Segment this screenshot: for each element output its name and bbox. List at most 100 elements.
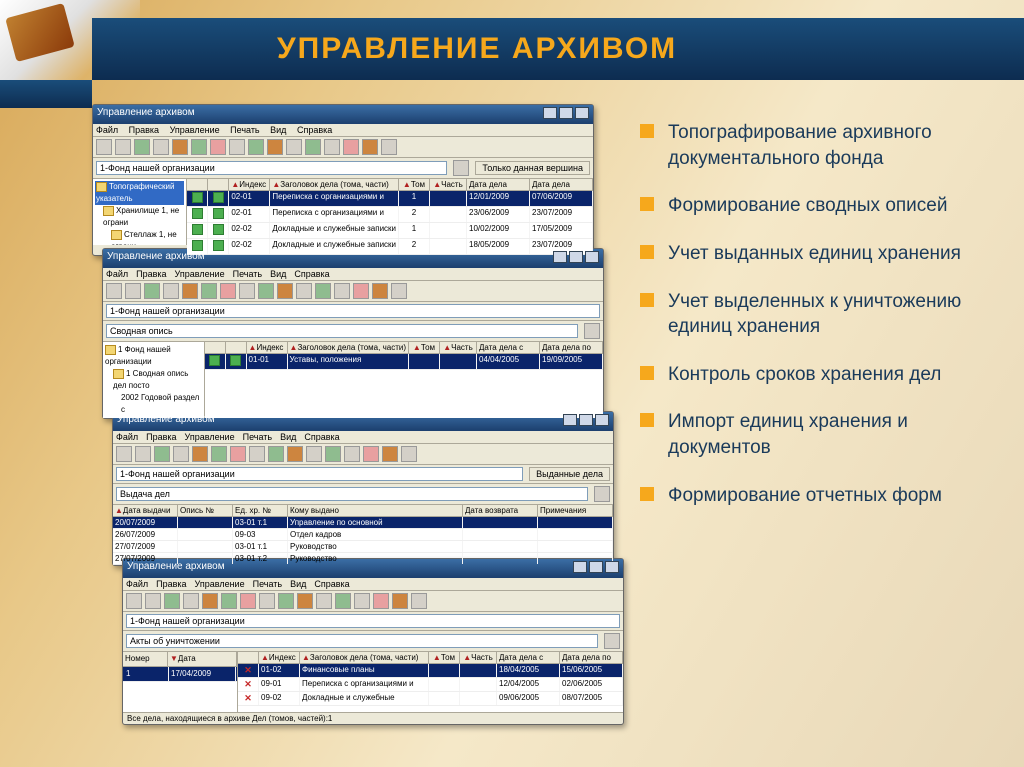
window-controls[interactable] bbox=[541, 107, 589, 122]
acts-panel[interactable]: Номер ▼Дата 1 17/04/2009 bbox=[123, 652, 238, 712]
tree-panel[interactable]: 1 Фонд нашей организации 1 Сводная опись… bbox=[103, 342, 205, 418]
table-row[interactable]: 01-01 Уставы, положения 04/04/2005 19/09… bbox=[205, 354, 603, 370]
data-grid[interactable]: ▲Индекс ▲Заголовок дела (тома, части) ▲Т… bbox=[187, 179, 593, 255]
table-row[interactable]: 09-01Переписка с организациями и12/04/20… bbox=[238, 678, 623, 692]
menu-item[interactable]: Справка bbox=[297, 125, 332, 135]
menu-item[interactable]: Вид bbox=[290, 579, 306, 589]
col-header[interactable]: Часть bbox=[441, 180, 463, 189]
menu-item[interactable]: Вид bbox=[270, 269, 286, 279]
col-header[interactable]: Индекс bbox=[239, 180, 266, 189]
toolbar[interactable] bbox=[123, 591, 623, 612]
menu-item[interactable]: Файл bbox=[126, 579, 148, 589]
table-row[interactable]: 1 17/04/2009 bbox=[123, 667, 237, 682]
col-header[interactable]: Дата дела с bbox=[497, 652, 560, 663]
col-header[interactable]: Дата дела bbox=[467, 179, 530, 190]
toolbar[interactable] bbox=[93, 137, 593, 158]
col-header[interactable]: Номер bbox=[123, 652, 168, 666]
col-header[interactable]: Заголовок дела (тома, части) bbox=[280, 180, 389, 189]
menu-item[interactable]: Справка bbox=[314, 579, 349, 589]
section-combo[interactable]: Акты об уничтожении bbox=[126, 634, 598, 648]
tree-node[interactable]: 1 Фонд нашей организации bbox=[105, 344, 202, 368]
table-row[interactable]: 02-01Переписка с организациями и223/06/2… bbox=[187, 207, 593, 223]
col-header[interactable]: Дата выдачи bbox=[123, 506, 171, 515]
fund-combo[interactable]: 1-Фонд нашей организации bbox=[106, 304, 600, 318]
window-controls[interactable] bbox=[571, 561, 619, 576]
menu-item[interactable]: Управление bbox=[175, 269, 225, 279]
data-grid[interactable]: ▲Дата выдачи Опись № Ед. хр. № Кому выда… bbox=[113, 505, 613, 565]
menu-item[interactable]: Печать bbox=[243, 432, 272, 442]
col-header[interactable]: Том bbox=[421, 343, 435, 352]
fund-combo[interactable]: 1-Фонд нашей организации bbox=[116, 467, 523, 481]
col-header[interactable]: Том bbox=[411, 180, 425, 189]
col-header[interactable]: Часть bbox=[471, 653, 493, 662]
table-row[interactable]: 02-02Докладные и служебные записки218/05… bbox=[187, 239, 593, 255]
table-row[interactable]: 27/07/200903-01 т.1Руководство bbox=[113, 541, 613, 553]
scope-button[interactable]: Только данная вершина bbox=[475, 161, 590, 175]
menu-bar[interactable]: Файл Правка Управление Печать Вид Справка bbox=[123, 578, 623, 591]
tree-panel[interactable]: Топографический указатель Хранилище 1, н… bbox=[93, 179, 187, 245]
data-grid[interactable]: ▲Индекс ▲Заголовок дела (тома, части) ▲Т… bbox=[205, 342, 603, 418]
menu-item[interactable]: Правка bbox=[156, 579, 186, 589]
toolbar-icon[interactable] bbox=[604, 633, 620, 649]
menu-item[interactable]: Печать bbox=[233, 269, 262, 279]
menu-bar[interactable]: Файл Правка Управление Печать Вид Справк… bbox=[93, 124, 593, 137]
toolbar[interactable] bbox=[113, 444, 613, 465]
fund-combo[interactable]: 1-Фонд нашей организации bbox=[96, 161, 447, 175]
col-header[interactable]: Индекс bbox=[269, 653, 296, 662]
window-controls[interactable] bbox=[561, 414, 609, 429]
col-header[interactable]: Кому выдано bbox=[288, 505, 463, 516]
tree-node[interactable]: Топографический указатель bbox=[95, 181, 184, 205]
table-row[interactable]: 02-01Переписка с организациями и112/01/2… bbox=[187, 191, 593, 207]
col-header[interactable]: Часть bbox=[451, 343, 473, 352]
col-header[interactable]: Том bbox=[441, 653, 455, 662]
menu-item[interactable]: Управление bbox=[185, 432, 235, 442]
menu-item[interactable]: Управление bbox=[195, 579, 245, 589]
col-header[interactable]: Заголовок дела (тома, части) bbox=[310, 653, 419, 662]
menu-item[interactable]: Печать bbox=[253, 579, 282, 589]
menu-item[interactable]: Правка bbox=[136, 269, 166, 279]
tree-node[interactable]: Хранилище 1, не ограни bbox=[95, 205, 184, 229]
col-header[interactable]: Индекс bbox=[256, 343, 283, 352]
tree-node[interactable]: 1 Сводная опись дел посто bbox=[105, 368, 202, 392]
tree-node[interactable]: Стеллаж 1, не ограни bbox=[95, 229, 184, 245]
col-header[interactable]: Опись № bbox=[178, 505, 233, 516]
section-combo[interactable]: Сводная опись bbox=[106, 324, 578, 338]
menu-item[interactable]: Правка bbox=[146, 432, 176, 442]
col-header[interactable]: Дата дела с bbox=[477, 342, 540, 353]
tree-node[interactable]: 2002 Годовой раздел с bbox=[105, 392, 202, 416]
toolbar-icon[interactable] bbox=[453, 160, 469, 176]
menu-item[interactable]: Файл bbox=[116, 432, 138, 442]
menu-item[interactable]: Правка bbox=[129, 125, 159, 135]
table-row[interactable]: 26/07/200909-03Отдел кадров bbox=[113, 529, 613, 541]
menu-item[interactable]: Вид bbox=[280, 432, 296, 442]
menu-item[interactable]: Файл bbox=[106, 269, 128, 279]
col-header[interactable]: Дата возврата bbox=[463, 505, 538, 516]
menu-item[interactable]: Файл bbox=[96, 125, 118, 135]
menu-item[interactable]: Справка bbox=[294, 269, 329, 279]
table-row[interactable]: 09-02Докладные и служебные09/06/200508/0… bbox=[238, 692, 623, 706]
table-row[interactable]: 01-02Финансовые планы18/04/200515/06/200… bbox=[238, 664, 623, 678]
menu-item[interactable]: Управление bbox=[170, 125, 220, 135]
issued-button[interactable]: Выданные дела bbox=[529, 467, 610, 481]
col-header[interactable]: Ед. хр. № bbox=[233, 505, 288, 516]
window-controls[interactable] bbox=[551, 251, 599, 266]
col-header[interactable]: Дата bbox=[178, 654, 196, 663]
toolbar[interactable] bbox=[103, 281, 603, 302]
menu-item[interactable]: Справка bbox=[304, 432, 339, 442]
menu-bar[interactable]: Файл Правка Управление Печать Вид Справка bbox=[103, 268, 603, 281]
col-header[interactable]: Дата дела по bbox=[540, 342, 603, 353]
toolbar-icon[interactable] bbox=[584, 323, 600, 339]
col-header[interactable]: Дата дела по bbox=[560, 652, 623, 663]
col-header[interactable]: Примечания bbox=[538, 505, 613, 516]
menu-item[interactable]: Вид bbox=[270, 125, 286, 135]
section-combo[interactable]: Выдача дел bbox=[116, 487, 588, 501]
toolbar-icon[interactable] bbox=[594, 486, 610, 502]
table-row[interactable]: 02-02Докладные и служебные записки110/02… bbox=[187, 223, 593, 239]
col-header[interactable]: Заголовок дела (тома, части) bbox=[297, 343, 406, 352]
fund-combo[interactable]: 1-Фонд нашей организации bbox=[126, 614, 620, 628]
data-grid[interactable]: ▲Индекс ▲Заголовок дела (тома, части) ▲Т… bbox=[238, 652, 623, 712]
menu-bar[interactable]: Файл Правка Управление Печать Вид Справка bbox=[113, 431, 613, 444]
col-header[interactable]: Дата дела bbox=[530, 179, 593, 190]
menu-item[interactable]: Печать bbox=[230, 125, 259, 135]
table-row[interactable]: 20/07/200903-01 т.1Управление по основно… bbox=[113, 517, 613, 529]
